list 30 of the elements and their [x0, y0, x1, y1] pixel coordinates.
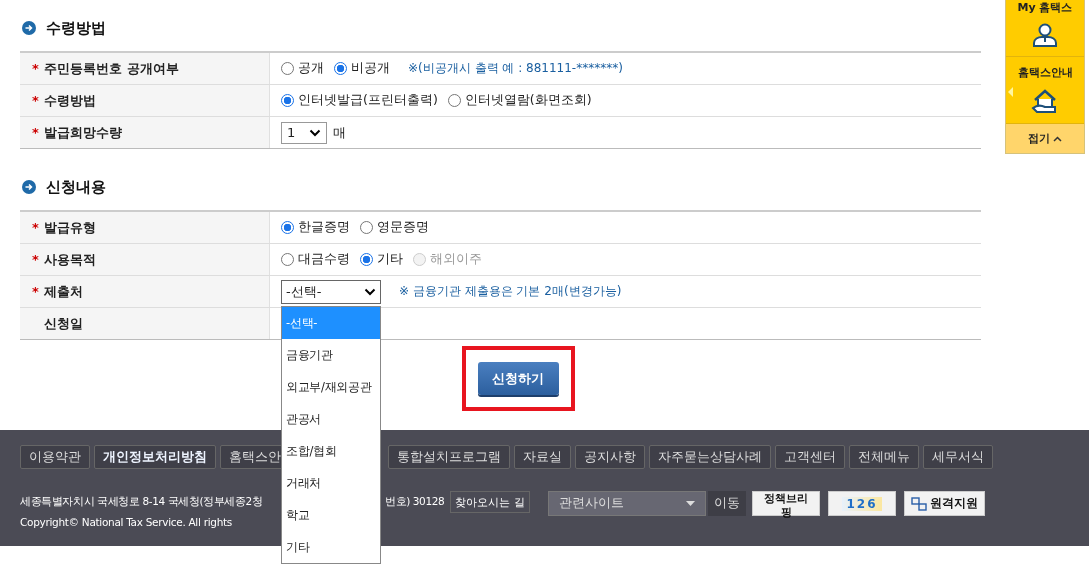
required-mark: * — [32, 252, 40, 267]
field-label: 발급희망수량 — [44, 123, 122, 142]
radio-label: 영문증명 — [377, 219, 429, 236]
unit-text: 매 — [333, 123, 346, 142]
radio-label: 대금수령 — [298, 251, 350, 268]
note-text: ※(비공개시 출력 예 : 881111-*******) — [408, 60, 623, 77]
required-mark: * — [32, 125, 40, 140]
field-label: 사용목적 — [44, 250, 96, 269]
field-label: 제출처 — [44, 282, 83, 301]
copyright-text: Copyright© National Tax Service. All rights — [20, 516, 233, 528]
radio-label: 해외이주 — [430, 251, 482, 268]
radio-label: 인터넷열람(화면조회) — [464, 92, 592, 109]
required-mark: * — [32, 93, 40, 108]
radio-label: 인터넷발급(프린터출력) — [298, 92, 438, 109]
required-mark: * — [32, 284, 40, 299]
field-label: 신청일 — [44, 314, 83, 333]
radio-label: 기타 — [377, 251, 403, 268]
note-text: ※ 금융기관 제출용은 기본 2매(변경가능) — [399, 283, 622, 300]
field-label: 수령방법 — [44, 91, 96, 110]
address-text: 세종특별자치시 국세청로 8-14 국세청(정부세종2청 — [20, 495, 264, 509]
radio-label: 한글증명 — [298, 219, 350, 236]
radio-label: 비공개 — [351, 60, 390, 77]
section-title: 수령방법 — [46, 18, 106, 38]
required-mark: * — [32, 61, 40, 76]
address-text: 번호) 30128 — [385, 495, 445, 509]
section-title: 신청내용 — [46, 177, 106, 197]
field-label: 주민등록번호 공개여부 — [44, 59, 179, 78]
required-mark: * — [32, 220, 40, 235]
radio-label: 공개 — [298, 60, 324, 77]
field-label: 발급유형 — [44, 218, 96, 237]
